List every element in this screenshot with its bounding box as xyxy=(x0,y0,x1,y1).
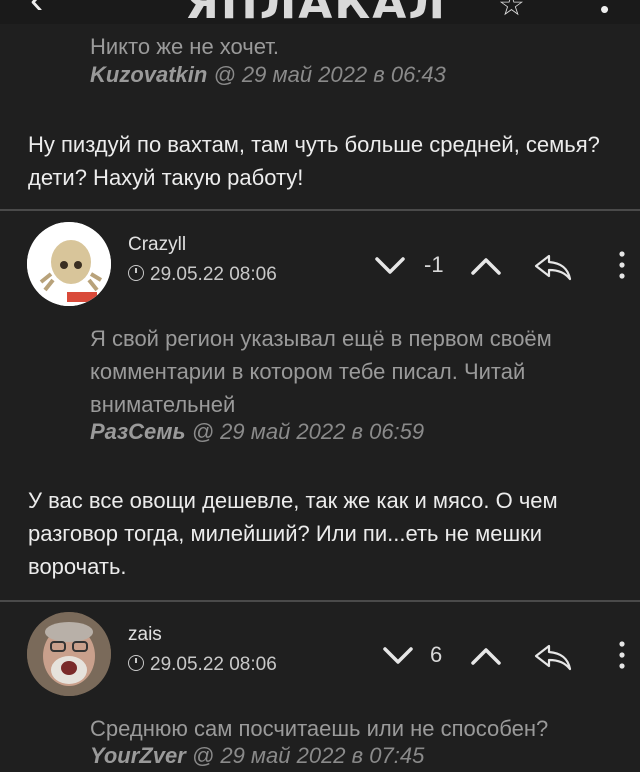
quote-signature: Kuzovatkin @ 29 май 2022 в 06:43 xyxy=(0,62,640,88)
divider xyxy=(0,600,640,602)
comment-text: Ну пиздуй по вахтам, там чуть больше сре… xyxy=(28,132,600,190)
timestamp: 29.05.22 08:06 xyxy=(128,264,277,286)
site-logo[interactable]: ЯПЛАКАЛ xyxy=(185,0,447,24)
rating-value: 6 xyxy=(430,642,443,667)
comment-header: Crazyll 29.05.22 08:06 -1 xyxy=(0,222,640,308)
back-arrow-icon[interactable]: ‹ xyxy=(30,0,43,23)
quote-block: Среднюю сам посчитаешь или не способен? … xyxy=(0,712,640,769)
rating-value: -1 xyxy=(424,252,444,277)
username[interactable]: Crazyll xyxy=(128,234,186,256)
star-icon[interactable]: ☆ xyxy=(498,0,525,23)
quote-text: Никто же не хочет. xyxy=(90,34,280,59)
more-vertical-icon[interactable]: • xyxy=(600,0,609,24)
comment-body: У вас все овощи дешевле, так же как и мя… xyxy=(0,484,640,583)
comment-text: У вас все овощи дешевле, так же как и мя… xyxy=(28,488,558,579)
quote-text: Я свой регион указывал ещё в первом своё… xyxy=(90,326,552,417)
avatar[interactable] xyxy=(27,222,111,306)
quote-block: Никто же не хочет. Kuzovatkin @ 29 май 2… xyxy=(0,30,640,88)
comment-header: zais 29.05.22 08:06 6 xyxy=(0,612,640,698)
quote-date: @ 29 май 2022 в 06:59 xyxy=(191,419,425,444)
clock-icon xyxy=(128,655,144,671)
reply-icon[interactable] xyxy=(533,642,573,672)
chevron-up-icon[interactable] xyxy=(470,254,502,278)
quote-author[interactable]: РазСемь xyxy=(90,419,186,444)
quote-date: @ 29 май 2022 в 07:45 xyxy=(191,743,425,768)
clock-icon xyxy=(128,265,144,281)
quote-block: Я свой регион указывал ещё в первом своё… xyxy=(0,322,640,445)
quote-text: Среднюю сам посчитаешь или не способен? xyxy=(90,716,549,741)
chevron-up-icon[interactable] xyxy=(470,644,502,668)
reply-icon[interactable] xyxy=(533,252,573,282)
quote-signature: РазСемь @ 29 май 2022 в 06:59 xyxy=(0,419,640,445)
timestamp: 29.05.22 08:06 xyxy=(128,654,277,676)
more-vertical-icon[interactable] xyxy=(618,640,626,670)
avatar[interactable] xyxy=(27,612,111,696)
quote-signature: YourZver @ 29 май 2022 в 07:45 xyxy=(0,743,640,769)
quote-author[interactable]: Kuzovatkin xyxy=(90,62,207,87)
divider xyxy=(0,209,640,211)
quote-date: @ 29 май 2022 в 06:43 xyxy=(213,62,446,87)
app-header: ‹ ЯПЛАКАЛ ☆ • xyxy=(0,0,640,24)
username[interactable]: zais xyxy=(128,624,162,646)
chevron-down-icon[interactable] xyxy=(382,644,414,668)
more-vertical-icon[interactable] xyxy=(618,250,626,280)
quote-author[interactable]: YourZver xyxy=(90,743,186,768)
chevron-down-icon[interactable] xyxy=(374,254,406,278)
comment-body: Ну пиздуй по вахтам, там чуть больше сре… xyxy=(0,128,640,194)
